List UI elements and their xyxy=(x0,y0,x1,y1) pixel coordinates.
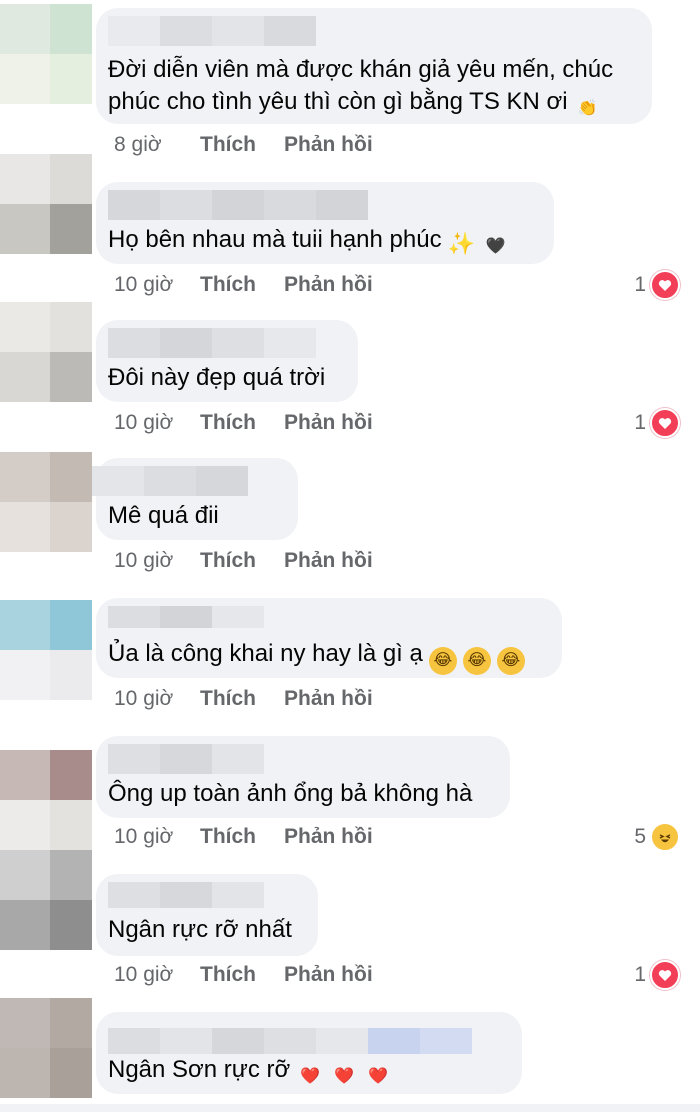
commenter-name-blurred[interactable] xyxy=(108,190,368,220)
comment-text: Đời diễn viên mà được khán giả yêu mến, … xyxy=(108,54,613,123)
commenter-name-blurred[interactable] xyxy=(108,1028,472,1054)
like-button[interactable]: Thích xyxy=(200,411,284,435)
red-heart-icon: ❤️ xyxy=(334,1068,355,1085)
comment-timestamp[interactable]: 10 giờ xyxy=(114,687,200,711)
commenter-name-blurred[interactable] xyxy=(108,16,316,46)
comment-text: Ngân rực rỡ nhất xyxy=(108,916,292,943)
reply-button[interactable]: Phản hồi xyxy=(284,963,373,987)
avatar[interactable] xyxy=(0,998,92,1098)
commenter-name-blurred[interactable] xyxy=(108,606,264,628)
like-button[interactable]: Thích xyxy=(200,549,284,573)
avatar[interactable] xyxy=(0,302,92,402)
reply-button[interactable]: Phản hồi xyxy=(284,825,373,849)
reply-button[interactable]: Phản hồi xyxy=(284,549,373,573)
like-button[interactable]: Thích xyxy=(200,963,284,987)
comment-list: Đời diễn viên mà được khán giả yêu mến, … xyxy=(0,0,700,1112)
reaction-summary[interactable]: 1 xyxy=(634,960,680,990)
comment-actions: 10 giờ Thích Phản hồi xyxy=(114,270,373,300)
like-button[interactable]: Thích xyxy=(200,273,284,297)
sparkles-icon: ✨ xyxy=(447,231,476,256)
like-button[interactable]: Thích xyxy=(200,825,284,849)
rofl-icon: 😂 xyxy=(428,647,457,675)
comment-actions: 10 giờ Thích Phản hồi xyxy=(114,684,373,714)
comment-bubble: Ngân rực rỡ nhất xyxy=(96,874,318,956)
comment-actions: 10 giờ Thích Phản hồi xyxy=(114,822,373,852)
reaction-count: 5 xyxy=(634,825,646,848)
reaction-summary[interactable]: 1 xyxy=(634,270,680,300)
comment-bubble: Họ bên nhau mà tuii hạnh phúc ✨ 🖤 xyxy=(96,182,554,264)
avatar[interactable] xyxy=(0,600,92,700)
love-reaction-icon xyxy=(650,408,680,438)
love-reaction-icon xyxy=(650,960,680,990)
avatar[interactable] xyxy=(0,154,92,254)
black-heart-icon: 🖤 xyxy=(485,238,506,255)
comment-actions: 10 giờ Thích Phản hồi xyxy=(114,960,373,990)
comment-bubble: Ông up toàn ảnh ổng bả không hà xyxy=(96,736,510,818)
avatar[interactable] xyxy=(0,4,92,104)
avatar[interactable] xyxy=(0,452,92,552)
comment-text: Ủa là công khai ny hay là gì ạ 😂 😂 😂 xyxy=(108,638,525,675)
reply-button[interactable]: Phản hồi xyxy=(284,273,373,297)
comment-bubble: Ủa là công khai ny hay là gì ạ 😂 😂 😂 xyxy=(96,598,562,678)
comment-actions: 10 giờ Thích Phản hồi xyxy=(114,546,373,576)
avatar[interactable] xyxy=(0,750,92,850)
reaction-count: 1 xyxy=(634,963,646,986)
comment-text: Đôi này đẹp quá trời xyxy=(108,364,326,391)
red-heart-icon: ❤️ xyxy=(300,1068,321,1085)
comment-bubble: Đôi này đẹp quá trời xyxy=(96,320,358,402)
comment-bubble: Ngân Sơn rực rỡ ❤️ ❤️ ❤️ xyxy=(96,1012,522,1094)
comment-timestamp[interactable]: 10 giờ xyxy=(114,549,200,573)
love-reaction-icon xyxy=(650,270,680,300)
comment-actions: 8 giờ Thích Phản hồi xyxy=(114,130,373,160)
bottom-divider xyxy=(0,1104,700,1112)
red-heart-icon: ❤️ xyxy=(368,1068,389,1085)
comment-text: Ngân Sơn rực rỡ ❤️ ❤️ ❤️ xyxy=(108,1054,392,1091)
comment-timestamp[interactable]: 8 giờ xyxy=(114,133,200,157)
commenter-name-blurred[interactable] xyxy=(108,328,316,358)
like-button[interactable]: Thích xyxy=(200,133,284,157)
commenter-name-blurred[interactable] xyxy=(108,882,264,908)
avatar[interactable] xyxy=(0,850,92,950)
rofl-icon: 😂 xyxy=(496,647,525,675)
reply-button[interactable]: Phản hồi xyxy=(284,687,373,711)
commenter-name-blurred[interactable] xyxy=(92,466,248,496)
comment-timestamp[interactable]: 10 giờ xyxy=(114,963,200,987)
reply-button[interactable]: Phản hồi xyxy=(284,133,373,157)
commenter-name-blurred[interactable] xyxy=(108,744,264,774)
comment-text: Mê quá đii xyxy=(108,502,219,529)
clapping-hands-icon: 👏 xyxy=(577,100,598,117)
reply-button[interactable]: Phản hồi xyxy=(284,411,373,435)
comment-timestamp[interactable]: 10 giờ xyxy=(114,825,200,849)
comment-bubble: Mê quá đii xyxy=(92,458,298,540)
comment-timestamp[interactable]: 10 giờ xyxy=(114,273,200,297)
like-button[interactable]: Thích xyxy=(200,687,284,711)
comment-text: Ông up toàn ảnh ổng bả không hà xyxy=(108,780,473,807)
comment-timestamp[interactable]: 10 giờ xyxy=(114,411,200,435)
reaction-count: 1 xyxy=(634,273,646,296)
comment-actions: 10 giờ Thích Phản hồi xyxy=(114,408,373,438)
reaction-summary[interactable]: 1 xyxy=(634,408,680,438)
comment-bubble: Đời diễn viên mà được khán giả yêu mến, … xyxy=(96,8,652,124)
reaction-summary[interactable]: 5 xyxy=(634,822,680,852)
rofl-icon: 😂 xyxy=(462,647,491,675)
reaction-count: 1 xyxy=(634,411,646,434)
haha-reaction-icon xyxy=(650,822,680,852)
comment-text: Họ bên nhau mà tuii hạnh phúc ✨ 🖤 xyxy=(108,224,510,261)
